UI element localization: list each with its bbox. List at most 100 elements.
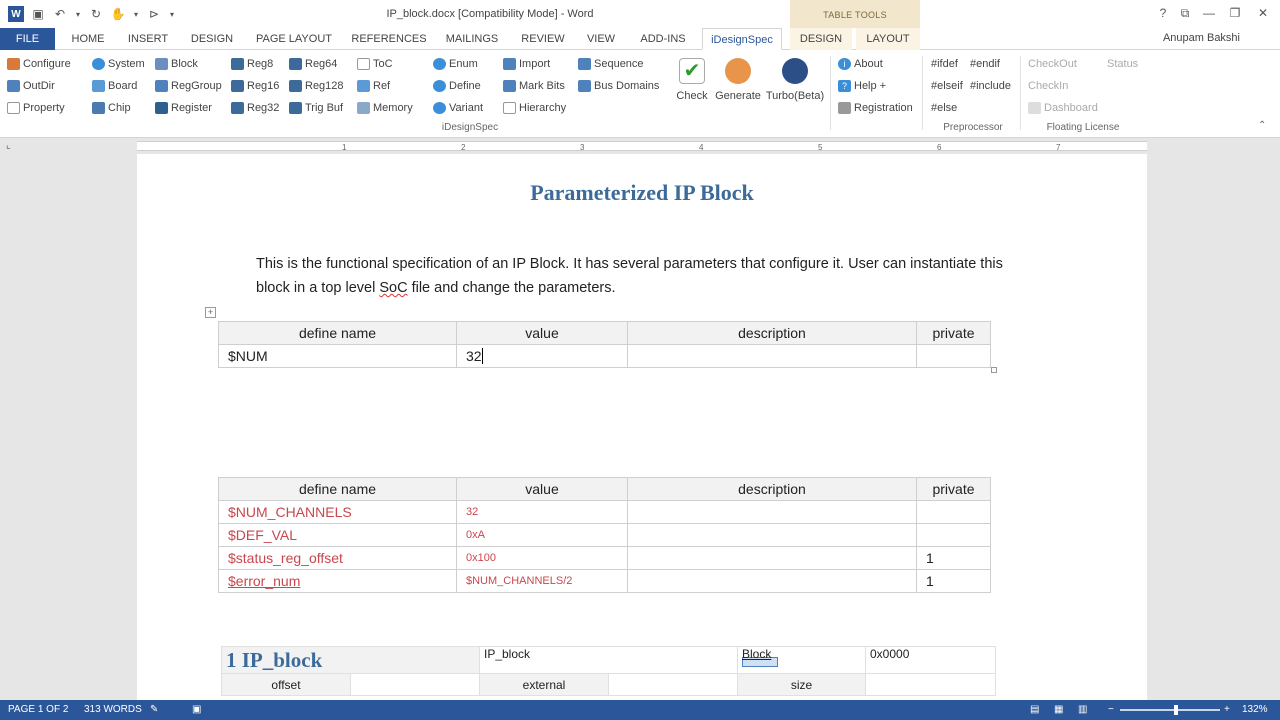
- table-cell[interactable]: [608, 673, 738, 696]
- else-button[interactable]: #else: [931, 99, 957, 117]
- table-cell[interactable]: [627, 546, 917, 570]
- elseif-button[interactable]: #elseif: [931, 77, 963, 95]
- ref-button[interactable]: Ref: [357, 77, 390, 95]
- table-cell[interactable]: 0xA: [456, 523, 628, 547]
- include-button[interactable]: #include: [970, 77, 1011, 95]
- tab-idesignspec[interactable]: iDesignSpec: [702, 28, 782, 50]
- reg32-button[interactable]: Reg32: [231, 99, 279, 117]
- reg128-button[interactable]: Reg128: [289, 77, 344, 95]
- tab-view[interactable]: VIEW: [578, 28, 624, 50]
- table-resize-handle[interactable]: [991, 367, 997, 373]
- register-button[interactable]: Register: [155, 99, 212, 117]
- zoom-slider-thumb[interactable]: [1174, 705, 1178, 715]
- checkin-button[interactable]: CheckIn: [1028, 77, 1068, 95]
- tab-design[interactable]: DESIGN: [184, 28, 240, 50]
- ribbon-display-options-icon[interactable]: ⧉: [1176, 6, 1194, 21]
- chip-button[interactable]: Chip: [92, 99, 131, 117]
- zoom-out-icon[interactable]: −: [1108, 704, 1114, 715]
- checkout-button[interactable]: CheckOut: [1028, 55, 1077, 73]
- table-cell[interactable]: $error_num: [218, 569, 457, 593]
- close-icon[interactable]: ✕: [1254, 6, 1272, 20]
- block-heading[interactable]: 1 IP_block: [221, 646, 480, 674]
- reg8-button[interactable]: Reg8: [231, 55, 273, 73]
- generate-button[interactable]: Generate: [714, 56, 762, 116]
- ifdef-button[interactable]: #ifdef: [931, 55, 958, 73]
- memory-button[interactable]: Memory: [357, 99, 413, 117]
- reg16-button[interactable]: Reg16: [231, 77, 279, 95]
- turbo-button[interactable]: Turbo(Beta): [764, 56, 826, 116]
- restore-icon[interactable]: ❐: [1226, 6, 1244, 20]
- proofing-icon[interactable]: ✎: [150, 704, 158, 715]
- table-cell-editing[interactable]: 32: [456, 344, 628, 368]
- minimize-icon[interactable]: —: [1200, 6, 1218, 20]
- block-address-cell[interactable]: 0x0000: [865, 646, 996, 674]
- sequence-button[interactable]: Sequence: [578, 55, 644, 73]
- trig-buf-button[interactable]: Trig Buf: [289, 99, 343, 117]
- board-button[interactable]: Board: [92, 77, 137, 95]
- block-type-cell[interactable]: Block: [737, 646, 866, 674]
- table-move-handle-icon[interactable]: +: [205, 307, 216, 318]
- table-cell[interactable]: 0x100: [456, 546, 628, 570]
- spelling-flag[interactable]: SoC: [379, 280, 407, 296]
- tab-file[interactable]: FILE: [0, 28, 55, 50]
- zoom-in-icon[interactable]: +: [1224, 704, 1230, 715]
- toc-button[interactable]: ToC: [357, 55, 393, 73]
- table-cell[interactable]: 32: [456, 500, 628, 524]
- web-layout-icon[interactable]: ▥: [1078, 704, 1087, 715]
- check-button[interactable]: ✔ Check: [670, 56, 714, 116]
- page-count[interactable]: PAGE 1 OF 2: [8, 704, 68, 715]
- table-cell[interactable]: 1: [916, 546, 991, 570]
- block-button[interactable]: Block: [155, 55, 198, 73]
- tab-home[interactable]: HOME: [60, 28, 116, 50]
- reg64-button[interactable]: Reg64: [289, 55, 337, 73]
- configure-button[interactable]: Configure: [7, 55, 71, 73]
- table-cell[interactable]: [627, 344, 917, 368]
- collapse-ribbon-icon[interactable]: ⌃: [1258, 120, 1266, 131]
- user-account[interactable]: Anupam Bakshi: [1163, 32, 1240, 44]
- macro-recording-icon[interactable]: ▣: [192, 704, 201, 715]
- table-cell[interactable]: [916, 500, 991, 524]
- table-cell[interactable]: offset: [221, 673, 351, 696]
- tab-selector-icon[interactable]: ⌞: [6, 140, 11, 151]
- table-cell[interactable]: [627, 569, 917, 593]
- tab-table-design[interactable]: DESIGN: [790, 28, 852, 50]
- enum-button[interactable]: Enum: [433, 55, 478, 73]
- table-cell[interactable]: $NUM_CHANNELS: [218, 500, 457, 524]
- table-cell[interactable]: $NUM: [218, 344, 457, 368]
- tab-review[interactable]: REVIEW: [516, 28, 570, 50]
- registration-button[interactable]: Registration: [838, 99, 913, 117]
- bus-domains-button[interactable]: Bus Domains: [578, 77, 659, 95]
- tab-insert[interactable]: INSERT: [120, 28, 176, 50]
- status-button[interactable]: Status: [1107, 55, 1138, 73]
- import-button[interactable]: Import: [503, 55, 550, 73]
- print-layout-icon[interactable]: ▦: [1054, 704, 1063, 715]
- zoom-level[interactable]: 132%: [1242, 704, 1268, 715]
- endif-button[interactable]: #endif: [970, 55, 1000, 73]
- tab-add-ins[interactable]: ADD-INS: [632, 28, 694, 50]
- ruler-track[interactable]: [137, 141, 1147, 151]
- help-icon[interactable]: ?: [1154, 6, 1172, 20]
- read-mode-icon[interactable]: ▤: [1030, 704, 1039, 715]
- outdir-button[interactable]: OutDir: [7, 77, 55, 95]
- table-cell[interactable]: $DEF_VAL: [218, 523, 457, 547]
- table-cell[interactable]: [627, 500, 917, 524]
- about-button[interactable]: i About: [838, 55, 883, 73]
- tab-table-layout[interactable]: LAYOUT: [856, 28, 920, 50]
- tab-page-layout[interactable]: PAGE LAYOUT: [250, 28, 338, 50]
- tab-references[interactable]: REFERENCES: [350, 28, 428, 50]
- table-cell[interactable]: size: [737, 673, 866, 696]
- table-cell[interactable]: $NUM_CHANNELS/2: [456, 569, 628, 593]
- zoom-slider[interactable]: [1120, 705, 1220, 715]
- table-cell[interactable]: [627, 523, 917, 547]
- document-page[interactable]: Parameterized IP Block This is the funct…: [137, 154, 1147, 700]
- word-count[interactable]: 313 WORDS: [84, 704, 142, 715]
- table-cell[interactable]: $status_reg_offset: [218, 546, 457, 570]
- table-cell[interactable]: 1: [916, 569, 991, 593]
- table-cell[interactable]: [350, 673, 480, 696]
- system-button[interactable]: System: [92, 55, 145, 73]
- table-cell[interactable]: [865, 673, 996, 696]
- reggroup-button[interactable]: RegGroup: [155, 77, 222, 95]
- help-plus-button[interactable]: ? Help +: [838, 77, 886, 95]
- property-button[interactable]: Property: [7, 99, 65, 117]
- hyperlink-text[interactable]: $error_num: [228, 573, 300, 589]
